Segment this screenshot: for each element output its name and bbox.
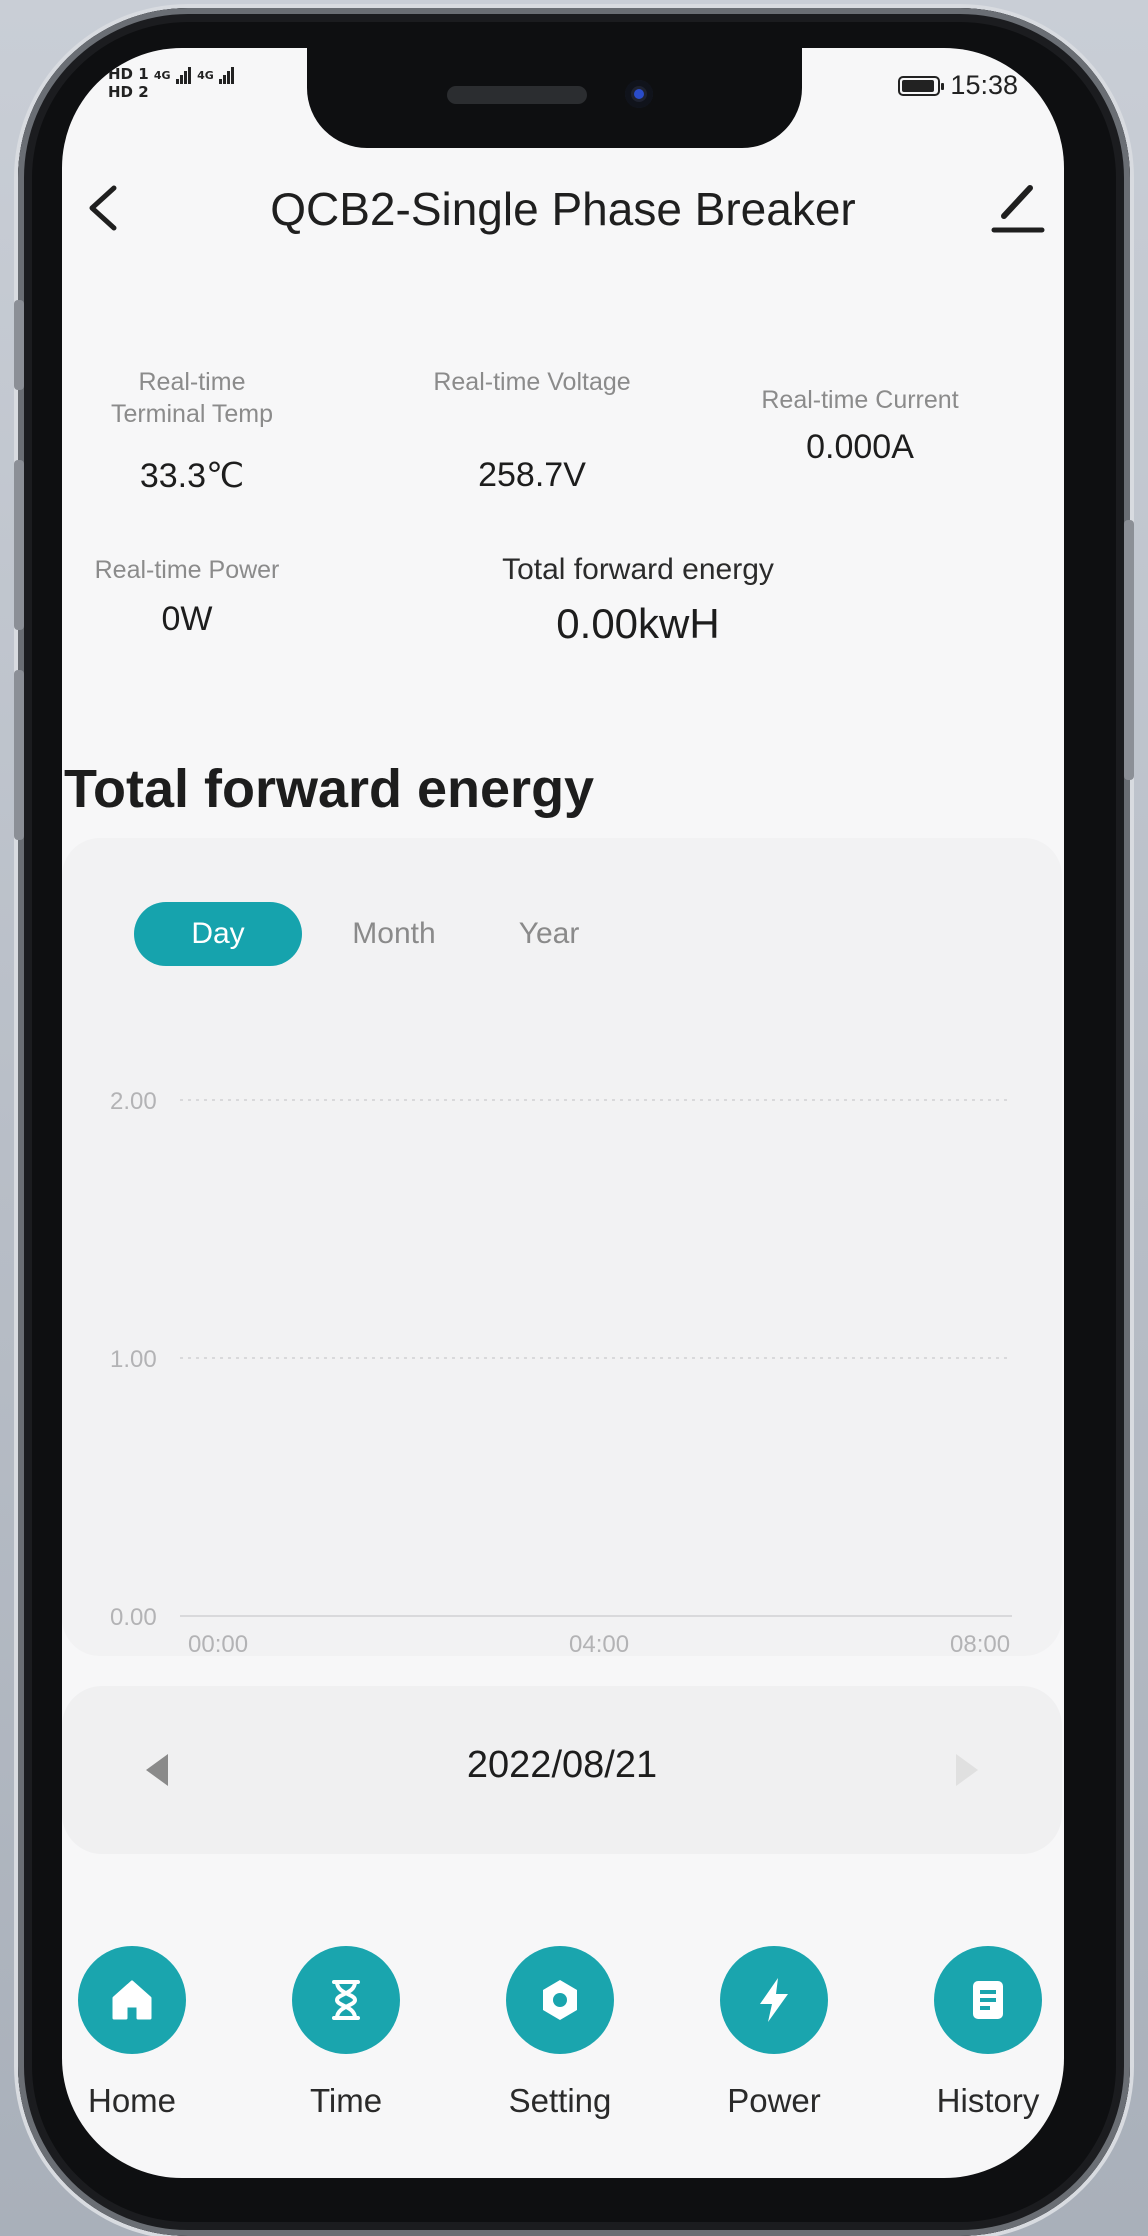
signal-icon [218,67,235,84]
network-label: 4G [197,69,214,82]
battery-icon [898,75,945,96]
page-title: QCB2-Single Phase Breaker [270,183,856,235]
nav-label: History [936,2082,1040,2119]
nav-power[interactable]: Power [674,1946,874,2120]
hex-nut-icon [543,1980,577,2020]
metric-value: 0.00kwH [556,600,720,647]
nav-label: Time [309,2082,383,2119]
phone-side-button [1124,520,1134,780]
status-bar-right: 15:38 [898,70,1018,101]
nav-time-button[interactable] [292,1946,400,2054]
metric-label: Total forward energy [502,553,774,586]
metric-current: Real-time Current 0.000A [722,384,998,467]
network-label: 4G [153,69,171,82]
x-tick-label: 08:00 [950,1631,1010,1656]
nav-label: Setting [508,2082,612,2119]
nav-time[interactable]: Time [246,1946,446,2120]
app-screen: HD 1 4G 4G HD 2 15:38 QCB2-Single Phase … [62,48,1064,2178]
home-icon [112,1980,152,2020]
phone-side-button [14,460,24,630]
metric-voltage: Real-time Voltage 258.7V [400,366,664,495]
phone-side-button [14,300,24,390]
speaker-grille [447,86,587,104]
energy-line-chart: 2.00 1.00 0.00 00:00 04:00 08:00 [110,1088,1012,1656]
hd-badge: HD 1 [108,65,149,83]
current-date: 2022/08/21 [466,1744,658,1786]
x-tick-label: 00:00 [188,1631,248,1656]
nav-history-button[interactable] [934,1946,1042,2054]
energy-chart-card: Day Month Year 2.00 1.00 0.00 00:00 04:00 08:… [62,838,1062,1656]
edit-pencil-icon[interactable] [990,176,1046,236]
nav-label: Power [727,2082,821,2119]
status-clock: 15:38 [950,70,1018,100]
metric-value: 0.000A [806,428,914,466]
metric-label: Real-time Current [761,386,959,414]
metric-value: 33.3℃ [139,457,245,495]
lightning-icon [760,1978,788,2022]
hd-badge: HD 2 [108,83,149,101]
metric-label: Real-time Power [94,556,280,584]
status-bar-signal: HD 1 4G 4G HD 2 [108,66,235,100]
next-date-arrow-icon[interactable] [956,1754,978,1786]
metric-label: Real-time Voltage [433,368,631,396]
y-tick-label: 1.00 [110,1346,157,1373]
date-navigator: 2022/08/21 [62,1686,1062,1854]
metric-label: Real-time [138,368,246,396]
metric-energy: Total forward energy 0.00kwH [468,554,808,648]
nav-setting-button[interactable] [506,1946,614,2054]
y-tick-label: 0.00 [110,1604,157,1631]
nav-setting[interactable]: Setting [460,1946,660,2120]
nav-home[interactable]: Home [62,1946,232,2120]
nav-home-button[interactable] [78,1946,186,2054]
y-tick-label: 2.00 [110,1088,157,1115]
camera-notch [307,48,802,148]
nav-history[interactable]: History [888,1946,1064,2120]
metric-power: Real-time Power 0W [72,554,302,639]
signal-icon [175,67,192,84]
app-header: QCB2-Single Phase Breaker [62,168,1064,248]
nav-power-button[interactable] [720,1946,828,2054]
nav-label: Home [87,2082,177,2119]
x-tick-label: 04:00 [569,1631,629,1656]
section-title: Total forward energy [64,759,595,819]
metric-value: 258.7V [478,456,586,494]
metric-label: Terminal Temp [110,400,274,428]
metric-value: 0W [161,600,213,638]
document-icon [973,1981,1003,2019]
phone-side-button [14,670,24,840]
metric-terminal-temp: Real-time Terminal Temp 33.3℃ [82,366,302,496]
front-camera [625,80,653,108]
hourglass-icon [332,1980,360,2020]
